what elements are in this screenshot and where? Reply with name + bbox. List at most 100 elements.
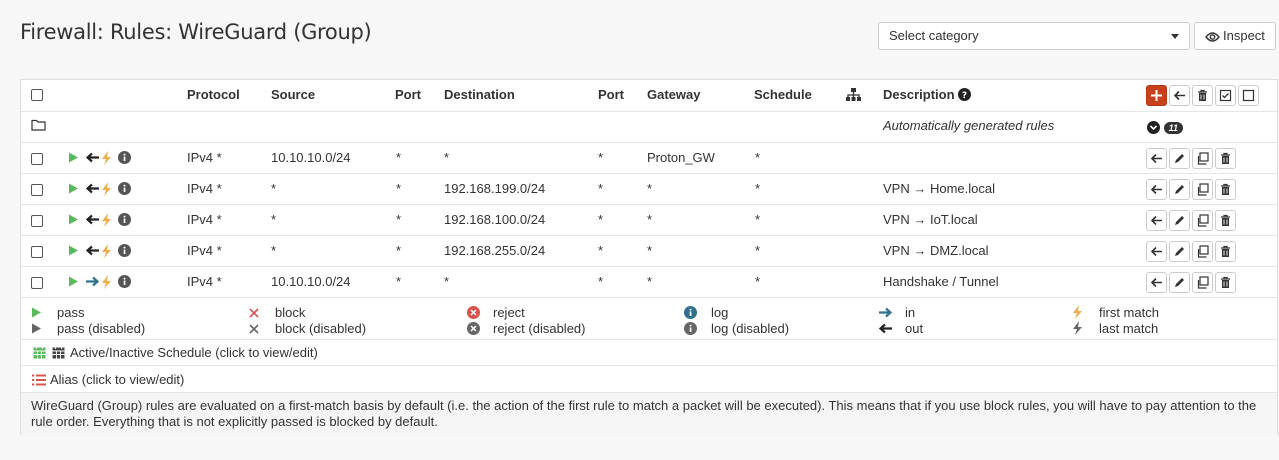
cell-destination-port: * [598,274,604,289]
play-icon[interactable] [68,214,79,225]
header-actions [1146,85,1261,106]
move-before-button[interactable] [1146,272,1167,293]
col-description-label: Description [883,87,955,102]
add-rule-button[interactable] [1146,85,1167,106]
legend-block-disabled: block (disabled) [275,321,367,336]
delete-rule-button[interactable] [1215,272,1236,293]
clone-icon [1197,152,1209,165]
col-destination: Destination [444,87,515,102]
move-rules-button[interactable] [1169,85,1190,106]
help-icon[interactable]: ? [958,88,972,101]
table-row[interactable]: IPv4 * * * 192.168.255.0/24 * * * VPN → DMZ.loc… [21,236,1277,267]
row-checkbox[interactable] [31,184,43,196]
rules-table: Protocol Source Port Destination Port Ga… [20,79,1278,435]
table-row[interactable]: IPv4 * * * 192.168.100.0/24 * * * VPN → IoT.loc… [21,205,1277,236]
trash-icon [1221,245,1230,257]
trash-icon [1198,89,1207,101]
rule-status-icons [68,275,131,290]
info-icon[interactable] [118,275,131,288]
cell-schedule: * [755,274,761,289]
clone-icon [1197,183,1209,196]
inspect-button[interactable]: Inspect [1194,22,1276,50]
expand-auto-rules[interactable]: 11 [1147,120,1183,135]
reject-icon [467,306,480,319]
row-checkbox[interactable] [31,277,43,289]
play-icon[interactable] [68,276,79,287]
delete-rule-button[interactable] [1215,241,1236,262]
edit-rule-button[interactable] [1169,241,1190,262]
info-icon[interactable] [118,151,131,164]
legend-first-match: first match [1099,305,1159,320]
legend-pass: pass [57,305,85,320]
clone-icon [1197,214,1209,227]
list-icon [32,374,46,386]
table-row[interactable]: IPv4 * 10.10.10.0/24 * * * * * Handshake / Tunn… [21,267,1277,298]
auto-rules-row[interactable]: Automatically generated rules 11 [21,112,1277,143]
bolt-icon [102,275,111,289]
cell-gateway: * [647,274,653,289]
category-select-value: Select category [889,28,979,43]
legend-in: in [905,305,916,320]
move-before-button[interactable] [1146,148,1167,169]
caret-down-icon [1171,34,1179,39]
clone-rule-button[interactable] [1192,210,1213,231]
cell-schedule: * [755,212,761,227]
play-icon[interactable] [68,152,79,163]
bolt-icon [102,182,111,196]
rule-status-icons [68,182,131,197]
category-select[interactable]: Select category [878,22,1190,50]
select-all-checkbox[interactable] [31,89,43,101]
edit-rule-button[interactable] [1169,179,1190,200]
legend-log-disabled: log (disabled) [711,321,790,336]
delete-rule-button[interactable] [1215,179,1236,200]
delete-rule-button[interactable] [1215,210,1236,231]
trash-icon [1221,152,1230,164]
row-checkbox[interactable] [31,246,43,258]
play-icon[interactable] [68,245,79,256]
cell-destination: * [444,274,450,289]
play-icon[interactable] [68,183,79,194]
svg-text:?: ? [962,91,967,101]
reject-disabled-icon [467,322,480,335]
edit-rule-button[interactable] [1169,148,1190,169]
delete-rule-button[interactable] [1215,148,1236,169]
row-checkbox[interactable] [31,215,43,227]
cell-destination: 192.168.255.0/24 [444,243,546,258]
clone-rule-button[interactable] [1192,179,1213,200]
cell-gateway: * [647,181,653,196]
move-before-button[interactable] [1146,179,1167,200]
pencil-icon [1175,247,1184,256]
calendar-active-icon [33,346,46,359]
disable-selected-button[interactable] [1238,85,1259,106]
enable-selected-button[interactable] [1215,85,1236,106]
info-icon[interactable] [118,213,131,226]
row-checkbox[interactable] [31,153,43,165]
edit-rule-button[interactable] [1169,272,1190,293]
col-description: Description ? [883,87,972,102]
info-icon[interactable] [118,244,131,257]
trash-icon [1221,183,1230,195]
cell-gateway: * [647,212,653,227]
info-icon[interactable] [118,182,131,195]
move-before-button[interactable] [1146,210,1167,231]
col-gateway: Gateway [647,87,701,102]
auto-rules-count: 11 [1163,122,1183,134]
pencil-icon [1175,216,1184,225]
rule-status-icons [68,151,131,166]
col-schedule: Schedule [754,87,812,102]
clone-rule-button[interactable] [1192,241,1213,262]
delete-selected-button[interactable] [1192,85,1213,106]
move-before-button[interactable] [1146,241,1167,262]
table-row[interactable]: IPv4 * 10.10.10.0/24 * * * Proton_GW * [21,143,1277,174]
edit-rule-button[interactable] [1169,210,1190,231]
clone-icon [1197,245,1209,258]
block-disabled-icon [249,324,259,334]
inspect-label: Inspect [1223,28,1265,43]
table-row[interactable]: IPv4 * * * 192.168.199.0/24 * * * VPN → Home.lo… [21,174,1277,205]
clone-rule-button[interactable] [1192,272,1213,293]
legend-last-match: last match [1099,321,1159,336]
clone-rule-button[interactable] [1192,148,1213,169]
clone-icon [1197,276,1209,289]
cell-destination: * [444,150,450,165]
cell-protocol: IPv4 * [187,181,222,196]
